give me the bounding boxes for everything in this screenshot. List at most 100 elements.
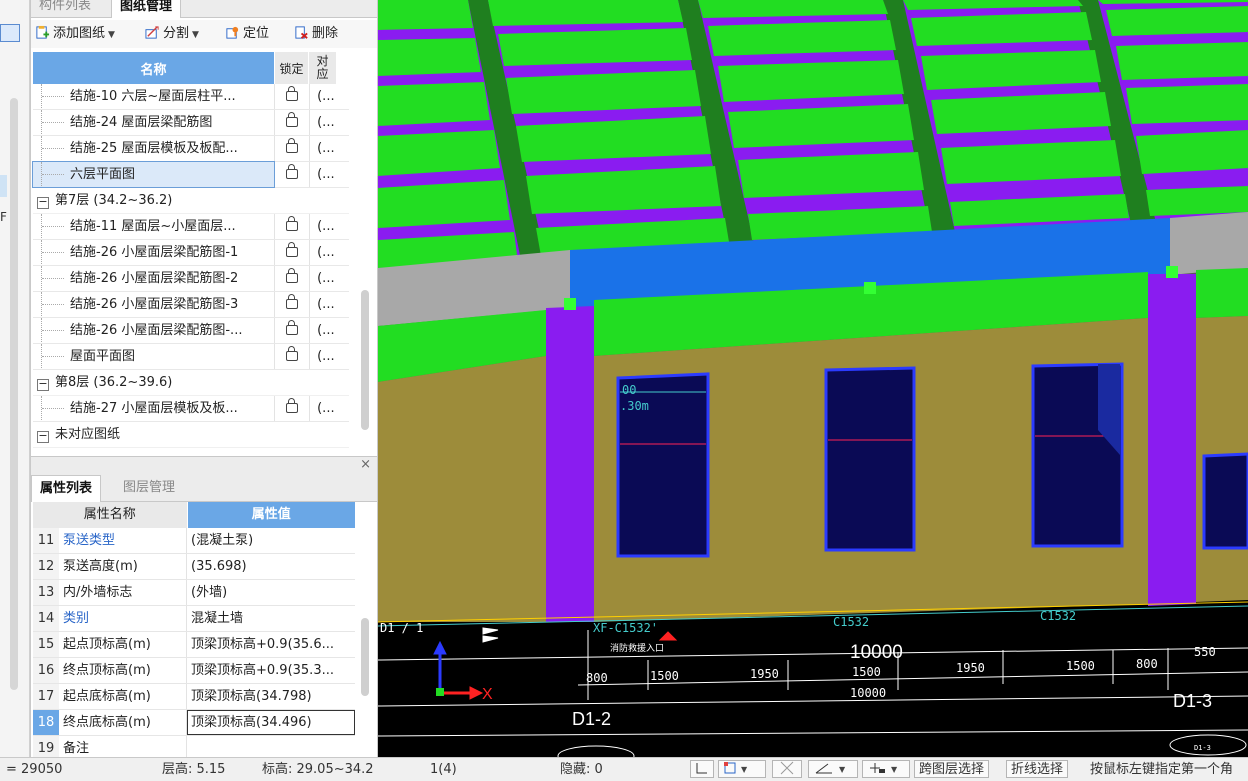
lock-icon[interactable] — [286, 86, 299, 101]
lock-cell[interactable] — [274, 318, 309, 343]
lock-cell[interactable] — [274, 110, 309, 135]
delete-button[interactable]: 删除 — [294, 24, 338, 44]
lock-icon[interactable] — [286, 346, 299, 361]
property-row[interactable]: 13 内/外墙标志 (外墙) — [33, 580, 355, 606]
dynamic-input-button[interactable]: ▼ — [862, 760, 910, 778]
drawing-row[interactable]: 结施-27 小屋面层模板及板... (... — [33, 396, 349, 422]
close-icon[interactable]: × — [360, 457, 371, 472]
lock-icon[interactable] — [286, 112, 299, 127]
property-row[interactable]: 16 终点顶标高(m) 顶梁顶标高+0.9(35.3... — [33, 658, 355, 684]
drawing-icon[interactable] — [0, 24, 20, 42]
drawing-name-cell[interactable]: 结施-10 六层~屋面层柱平... — [33, 84, 274, 109]
collapse-icon[interactable]: − — [37, 378, 49, 391]
property-value[interactable]: (混凝土泵) — [187, 528, 355, 553]
match-cell[interactable]: (... — [309, 240, 349, 265]
property-row[interactable]: 15 起点顶标高(m) 顶梁顶标高+0.9(35.6... — [33, 632, 355, 658]
drawing-name-cell[interactable]: 屋面平面图 — [33, 344, 274, 369]
ortho-toggle-icon[interactable] — [690, 760, 714, 778]
lock-icon[interactable] — [286, 320, 299, 335]
lock-icon[interactable] — [286, 164, 299, 179]
snap-mode-button[interactable]: ▼ — [718, 760, 766, 778]
property-row[interactable]: 17 起点底标高(m) 顶梁顶标高(34.798) — [33, 684, 355, 710]
drawing-name-cell[interactable]: 结施-26 小屋面层梁配筋图-1 — [33, 240, 274, 265]
drawing-name-cell[interactable]: 结施-25 屋面层模板及板配... — [33, 136, 274, 161]
lock-icon[interactable] — [286, 294, 299, 309]
drawing-name-cell[interactable]: 结施-26 小屋面层梁配筋图-3 — [33, 292, 274, 317]
match-cell[interactable]: (... — [309, 110, 349, 135]
match-cell[interactable]: (... — [309, 396, 349, 421]
property-scrollbar[interactable] — [361, 618, 369, 696]
lock-icon[interactable] — [286, 242, 299, 257]
match-cell[interactable]: (... — [309, 84, 349, 109]
angle-button[interactable]: ▼ — [808, 760, 858, 778]
cross-snap-icon[interactable] — [772, 760, 802, 778]
drawing-name-cell[interactable]: 结施-26 小屋面层梁配筋图-... — [33, 318, 274, 343]
tree-group[interactable]: − 未对应图纸 — [33, 422, 349, 448]
tab-drawing-management[interactable]: 图纸管理 — [111, 0, 182, 18]
match-cell[interactable]: (... — [309, 162, 349, 187]
property-value[interactable]: 顶梁顶标高(34.798) — [187, 684, 355, 709]
match-cell[interactable]: (... — [309, 292, 349, 317]
drawing-row[interactable]: 结施-26 小屋面层梁配筋图-... (... — [33, 318, 349, 344]
drawing-name-cell[interactable]: 结施-11 屋面层~小屋面层... — [33, 214, 274, 239]
property-value[interactable]: 顶梁顶标高+0.9(35.3... — [187, 658, 355, 683]
polyline-select-button[interactable]: 折线选择 — [1006, 760, 1069, 778]
add-drawing-button[interactable]: 添加图纸 ▼ — [35, 24, 115, 44]
drawing-row[interactable]: 六层平面图 (... — [31, 161, 349, 188]
split-button[interactable]: 分割 ▼ — [145, 24, 199, 44]
grip-point[interactable] — [1166, 266, 1178, 278]
drawing-row[interactable]: 屋面平面图 (... — [33, 344, 349, 370]
property-value[interactable]: (外墙) — [187, 580, 355, 605]
drawing-name-cell[interactable]: 六层平面图 — [31, 161, 276, 188]
cross-layer-select-button[interactable]: 跨图层选择 — [914, 760, 990, 778]
lock-cell[interactable] — [274, 344, 309, 369]
match-cell[interactable]: (... — [309, 266, 349, 291]
drawing-scrollbar[interactable] — [361, 290, 369, 430]
property-row[interactable]: 18 终点底标高(m) 顶梁顶标高(34.496) — [33, 710, 355, 736]
lock-cell[interactable] — [274, 240, 309, 265]
drawing-row[interactable]: 结施-10 六层~屋面层柱平... (... — [33, 84, 349, 110]
tab-property-list[interactable]: 属性列表 — [31, 475, 102, 502]
grip-point[interactable] — [864, 282, 876, 294]
match-cell[interactable]: (... — [309, 344, 349, 369]
property-value[interactable]: 混凝土墙 — [187, 606, 355, 631]
drawing-row[interactable]: 结施-24 屋面层梁配筋图 (... — [33, 110, 349, 136]
property-value[interactable]: (35.698) — [187, 554, 355, 579]
drawing-row[interactable]: 结施-25 屋面层模板及板配... (... — [33, 136, 349, 162]
drawing-row[interactable]: 结施-26 小屋面层梁配筋图-2 (... — [33, 266, 349, 292]
lock-cell[interactable] — [274, 266, 309, 291]
lock-icon[interactable] — [286, 216, 299, 231]
tree-group[interactable]: − 第8层 (36.2~39.6) — [33, 370, 349, 396]
drawing-name-cell[interactable]: 结施-24 屋面层梁配筋图 — [33, 110, 274, 135]
lock-cell[interactable] — [274, 162, 309, 187]
header-name[interactable]: 名称 — [33, 52, 275, 84]
property-value[interactable]: 顶梁顶标高(34.496) — [187, 710, 355, 735]
lock-cell[interactable] — [274, 136, 309, 161]
lock-cell[interactable] — [274, 396, 309, 421]
lock-icon[interactable] — [286, 138, 299, 153]
left-scrollbar[interactable] — [10, 98, 18, 690]
drawing-row[interactable]: 结施-26 小屋面层梁配筋图-3 (... — [33, 292, 349, 318]
tree-group[interactable]: − 第7层 (34.2~36.2) — [33, 188, 349, 214]
collapse-icon[interactable]: − — [37, 196, 49, 209]
property-value[interactable]: 顶梁顶标高+0.9(35.6... — [187, 632, 355, 657]
property-row[interactable]: 11 泵送类型 (混凝土泵) — [33, 528, 355, 554]
3d-viewport[interactable]: D1 / 1 00 .30m XF-C1532' C1532 C1532 消防救… — [378, 0, 1248, 757]
locate-button[interactable]: 定位 — [225, 24, 269, 44]
collapse-icon[interactable]: − — [37, 430, 49, 443]
tab-layer-management[interactable]: 图层管理 — [115, 475, 183, 501]
lock-cell[interactable] — [274, 214, 309, 239]
header-lock[interactable]: 锁定 — [275, 52, 309, 84]
property-row[interactable]: 12 泵送高度(m) (35.698) — [33, 554, 355, 580]
grip-point[interactable] — [564, 298, 576, 310]
drawing-row[interactable]: 结施-26 小屋面层梁配筋图-1 (... — [33, 240, 349, 266]
tab-component-list[interactable]: 构件列表 — [31, 0, 99, 17]
header-match[interactable]: 对应 — [309, 52, 337, 84]
drawing-name-cell[interactable]: 结施-26 小屋面层梁配筋图-2 — [33, 266, 274, 291]
lock-cell[interactable] — [274, 84, 309, 109]
match-cell[interactable]: (... — [309, 136, 349, 161]
drawing-name-cell[interactable]: 结施-27 小屋面层模板及板... — [33, 396, 274, 421]
drawing-row[interactable]: 结施-11 屋面层~小屋面层... (... — [33, 214, 349, 240]
lock-cell[interactable] — [274, 292, 309, 317]
match-cell[interactable]: (... — [309, 214, 349, 239]
